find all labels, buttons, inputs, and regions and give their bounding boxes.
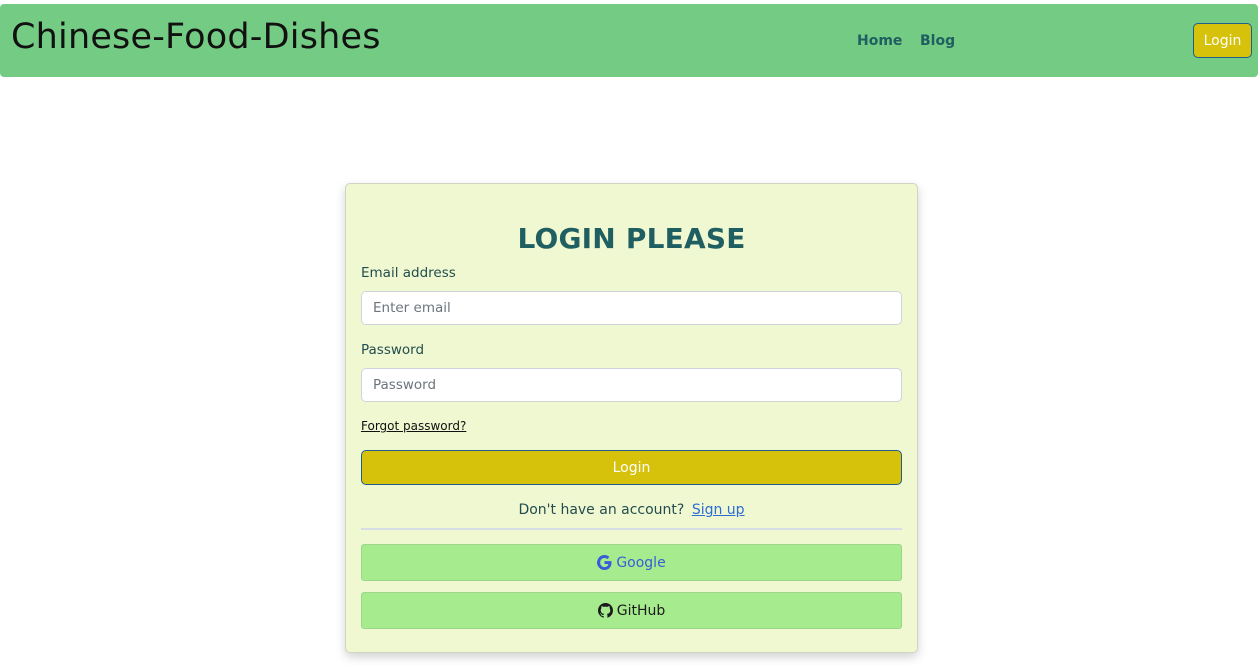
login-card: LOGIN PLEASE Email address Password Forg… bbox=[345, 183, 918, 653]
signup-prompt-row: Don't have an account? Sign up bbox=[346, 502, 917, 518]
navbar-login-button[interactable]: Login bbox=[1193, 23, 1252, 58]
google-login-button[interactable]: Google bbox=[361, 544, 902, 581]
google-button-label: Google bbox=[616, 554, 666, 571]
github-login-button[interactable]: GitHub bbox=[361, 592, 902, 629]
forgot-password-link[interactable]: Forgot password? bbox=[361, 419, 466, 433]
login-title: LOGIN PLEASE bbox=[517, 222, 746, 255]
signup-prompt-text: Don't have an account? bbox=[518, 502, 685, 518]
email-label: Email address bbox=[361, 265, 456, 281]
google-icon bbox=[597, 555, 612, 570]
nav-link-home[interactable]: Home bbox=[857, 33, 902, 49]
signup-link[interactable]: Sign up bbox=[692, 502, 745, 518]
github-button-label: GitHub bbox=[616, 602, 666, 619]
password-input[interactable] bbox=[361, 368, 902, 402]
email-input[interactable] bbox=[361, 291, 902, 325]
github-icon bbox=[597, 603, 613, 618]
top-navbar: Chinese-Food-Dishes Home Blog Login bbox=[0, 4, 1258, 77]
nav-link-blog[interactable]: Blog bbox=[920, 33, 955, 49]
brand-title[interactable]: Chinese-Food-Dishes bbox=[11, 18, 381, 57]
password-label: Password bbox=[361, 342, 425, 358]
login-submit-button[interactable]: Login bbox=[361, 450, 902, 485]
divider bbox=[361, 528, 902, 530]
